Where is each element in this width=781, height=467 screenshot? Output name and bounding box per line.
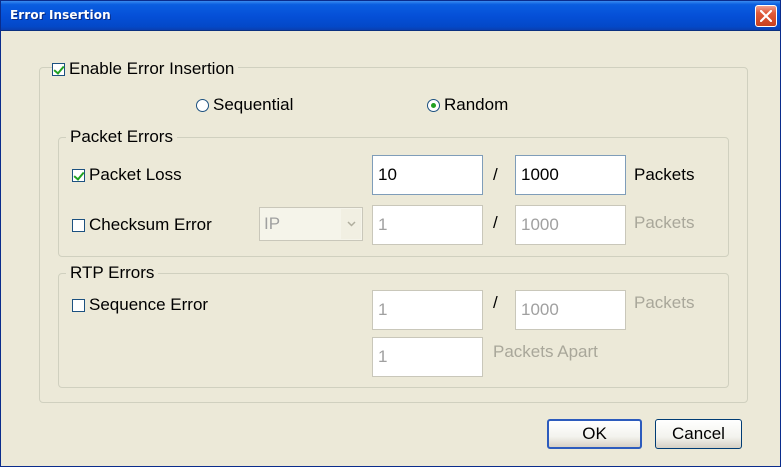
protocol-select[interactable]: IP	[259, 207, 363, 241]
checksum-denominator-input[interactable]: 1000	[515, 205, 626, 245]
packet-loss-unit: Packets	[634, 165, 695, 184]
checksum-numerator-input[interactable]: 1	[372, 205, 483, 245]
window-title: Error Insertion	[10, 8, 111, 22]
random-radio[interactable]: Random	[427, 95, 508, 115]
sequence-error-checkbox[interactable]: Sequence Error	[72, 295, 208, 315]
rtp-errors-legend: RTP Errors	[66, 263, 159, 283]
enable-error-insertion-checkbox[interactable]: Enable Error Insertion	[52, 59, 239, 79]
packet-loss-numerator-input[interactable]: 10	[372, 155, 483, 195]
close-button[interactable]	[755, 5, 777, 27]
sequence-denominator-input[interactable]: 1000	[515, 290, 626, 330]
protocol-select-value: IP	[264, 214, 281, 233]
sequence-error-label: Sequence Error	[89, 295, 209, 314]
sequential-label: Sequential	[213, 95, 294, 114]
checksum-error-label: Checksum Error	[89, 215, 212, 234]
checkbox-checked-icon	[52, 62, 65, 76]
enable-error-insertion-label: Enable Error Insertion	[69, 59, 235, 78]
cancel-button[interactable]: Cancel	[655, 419, 742, 449]
title-bar[interactable]: Error Insertion	[1, 1, 780, 31]
checksum-unit: Packets	[634, 213, 695, 232]
sequence-numerator-input[interactable]: 1	[372, 290, 483, 330]
packet-loss-label: Packet Loss	[89, 165, 182, 184]
separator-slash: /	[493, 213, 498, 232]
random-label: Random	[444, 95, 509, 114]
error-insertion-dialog: Error Insertion Enable Error Insertion S…	[0, 0, 781, 467]
packet-loss-checkbox[interactable]: Packet Loss	[72, 165, 182, 185]
packet-errors-legend: Packet Errors	[66, 127, 177, 147]
checkbox-unchecked-icon	[72, 298, 85, 312]
packet-loss-denominator-input[interactable]: 1000	[515, 155, 626, 195]
chevron-down-icon[interactable]	[341, 209, 361, 239]
radio-selected-icon	[427, 98, 440, 112]
sequence-unit: Packets	[634, 293, 695, 312]
packets-apart-label: Packets Apart	[493, 342, 598, 361]
radio-unselected-icon	[196, 98, 209, 112]
packets-apart-input[interactable]: 1	[372, 337, 483, 377]
checksum-error-checkbox[interactable]: Checksum Error	[72, 215, 212, 235]
separator-slash: /	[493, 165, 498, 184]
checkbox-unchecked-icon	[72, 218, 85, 232]
sequential-radio[interactable]: Sequential	[196, 95, 293, 115]
ok-button[interactable]: OK	[547, 419, 642, 449]
close-icon	[760, 10, 772, 22]
separator-slash: /	[493, 293, 498, 312]
checkbox-checked-icon	[72, 168, 85, 182]
